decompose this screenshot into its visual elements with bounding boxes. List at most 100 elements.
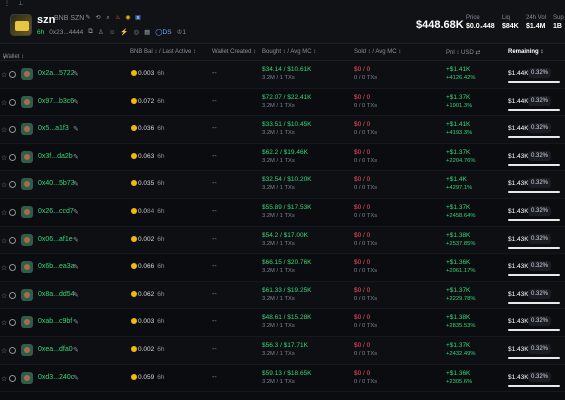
wallet-address[interactable]: 0x8a...dd54 (38, 291, 75, 298)
ring-icon[interactable] (9, 291, 16, 299)
stat-liq-label: Liq (502, 15, 511, 21)
star-icon[interactable]: ☆ (1, 99, 7, 107)
ds-link[interactable]: ◯DS (155, 28, 171, 36)
wallet-address[interactable]: 0x26...ccd7 (38, 208, 74, 215)
target-icon[interactable]: ◎ (133, 28, 139, 36)
ring-icon[interactable] (9, 126, 16, 134)
wallet-address[interactable]: 0x06...af1e (38, 236, 73, 243)
user-icon[interactable]: ♙ (98, 28, 104, 36)
ring-icon[interactable] (9, 98, 16, 106)
ring-icon[interactable] (9, 181, 16, 189)
table-row[interactable]: ☆ 0x3f...da2b ✎ 0.063 6h -- $62.2 / $19.46K 3.2… (0, 144, 565, 172)
table-row[interactable]: ☆ 0x8a...dd54 ✎ 0.062 6h -- $61.33 / $19.25K 3.… (0, 281, 565, 310)
column-wallet-created[interactable]: Wallet Created ↕ (212, 49, 256, 55)
stat-supply-label: Sup (553, 15, 564, 21)
sold-sub: 0 / 0 TXs (354, 295, 378, 302)
pencil-icon[interactable]: ✎ (73, 346, 79, 354)
wallet-address[interactable]: 0x2a...5722 (38, 70, 75, 77)
bnb-balance-value: 0.003 (138, 70, 155, 77)
wallet-address[interactable]: 0x40...5b73 (38, 180, 75, 187)
star-icon[interactable]: ☆ (1, 154, 7, 162)
star-icon[interactable]: ☆ (1, 264, 7, 272)
ring-icon[interactable] (9, 374, 16, 382)
column-bnb-bal[interactable]: BNB Bal ↕ / Last Active ↕ (130, 49, 196, 55)
pnl-cell: +$1.36K +2305.6% (446, 370, 472, 385)
ring-icon[interactable] (9, 264, 16, 272)
ring-icon[interactable] (9, 208, 16, 216)
table-row[interactable]: ☆ 0x5...a1f3 ✎ 0.036 6h -- $33.51 / $10.45K 3.2… (0, 116, 565, 144)
pencil-icon[interactable]: ✎ (73, 125, 79, 133)
ring-icon[interactable] (9, 71, 16, 78)
pencil-icon[interactable]: ✎ (73, 180, 79, 188)
header-icons: ✎ ⟲ ⌕ ♨ ◉ ▣ (84, 14, 142, 22)
star-icon[interactable]: ☆ (1, 237, 7, 245)
column-bought[interactable]: Bought ↕ / Avg MC ↕ (262, 49, 316, 55)
column-remaining[interactable]: Remaining ↕ (508, 49, 543, 55)
wallet-address[interactable]: 0x5...a1f3 (38, 125, 69, 132)
bolt-icon[interactable]: ⚡ (120, 28, 128, 36)
column-pnl[interactable]: Pnl ↕ USD ⇄ (446, 49, 480, 56)
pencil-icon[interactable]: ✎ (84, 14, 92, 22)
flame-icon[interactable]: ♨ (114, 14, 122, 22)
table-row[interactable]: ☆ 0x06...af1e ✎ 0.002 6h -- $54.2 / $17.00K 3.2… (0, 226, 565, 255)
sold-sub: 0 / 0 TXs (354, 378, 378, 385)
share-icon[interactable]: ⟲ (94, 14, 102, 22)
table-row[interactable]: ☆ 0x6b...ea3a ✎ 0.066 6h -- $66.15 / $20.76K 3.… (0, 254, 565, 282)
contract-address[interactable]: 0x23...4444 (49, 29, 83, 36)
pencil-icon[interactable]: ✎ (73, 318, 79, 326)
bought-value: $34.14 / $10.61K (262, 66, 312, 73)
table-row[interactable]: ☆ 0xd3...240c ✎ 0.059 6h -- $59.13 / $18.65K 3.… (0, 365, 565, 393)
copy-icon[interactable]: ⧉ (88, 28, 93, 36)
star-icon[interactable]: ☆ (1, 319, 7, 327)
column-sold[interactable]: Sold ↕ / Avg MC ↕ (354, 49, 401, 55)
table-row[interactable]: ☆ 0xea...dfa0 ✎ 0.002 6h -- $56.3 / $17.71K 3.2… (0, 336, 565, 365)
table-row[interactable]: ☆ 0xab...c9bf ✎ 0.003 6h -- $48.61 / $15.28K 3.… (0, 309, 565, 337)
grid-icon[interactable]: ▦ (144, 28, 150, 36)
star-icon[interactable]: ☆ (1, 181, 7, 189)
wallet-address[interactable]: 0xd3...240c (38, 374, 74, 381)
pnl-value: +$1.37K (446, 341, 471, 349)
bought-cell: $56.3 / $17.71K 3.2M / 1 TXs (262, 342, 308, 357)
wallet-address[interactable]: 0xab...c9bf (38, 318, 72, 325)
remaining-bar (508, 108, 560, 111)
bnb-balance-value: 0.063 (138, 152, 155, 160)
ring-icon[interactable] (9, 346, 16, 354)
table-row[interactable]: ☆ 0x97...b3c6 ✎ 0.072 6h -- $72.07 / $22.41K 3.… (0, 89, 565, 117)
pnl-cell: +$1.41K +4126.42% (446, 66, 476, 81)
pencil-icon[interactable]: ✎ (73, 153, 79, 161)
star-icon[interactable]: ☆ (1, 292, 7, 300)
pencil-icon[interactable]: ✎ (73, 236, 79, 244)
remaining-percent: 0.32% (528, 343, 552, 354)
menu-icon[interactable]: ⋮ (4, 0, 10, 8)
chef-icon[interactable]: ☺ (109, 29, 116, 36)
pencil-icon[interactable]: ✎ (73, 291, 79, 299)
star-icon[interactable]: ☆ (1, 126, 7, 134)
sold-sub: 0 / 0 TXs (354, 268, 378, 275)
wallet-address[interactable]: 0x97...b3c6 (38, 98, 74, 105)
table-row[interactable]: ☆ 0x2a...5722 ✎ 0.003 6h -- $34.14 / $10.61K 3.… (0, 61, 565, 89)
wallet-address[interactable]: 0xea...dfa0 (38, 346, 73, 353)
pencil-icon[interactable]: ✎ (73, 263, 79, 271)
ring-icon[interactable] (9, 153, 16, 161)
star-icon[interactable]: ☆ (1, 209, 7, 217)
ring-icon[interactable] (9, 319, 16, 327)
wallet-address[interactable]: 0x3f...da2b (38, 153, 73, 160)
table-row[interactable]: ☆ 0x40...5b73 ✎ 0.035 6h -- $32.54 / $10.20K 3.… (0, 171, 565, 199)
star-icon[interactable]: ☆ (1, 71, 7, 79)
pnl-value: +$1.37K (446, 286, 471, 294)
star-icon[interactable]: ☆ (1, 347, 7, 355)
globe-icon[interactable]: ◉ (124, 14, 132, 22)
wallet-address[interactable]: 0x6b...ea3a (38, 263, 75, 270)
ring-icon[interactable] (9, 236, 16, 244)
pin-icon[interactable]: ⊥ (18, 0, 23, 8)
table-row[interactable]: ☆ 0x26...ccd7 ✎ 0.084 6h -- $55.89 / $17.53K 3.… (0, 199, 565, 227)
telegram-icon[interactable]: ▣ (134, 14, 142, 22)
pencil-icon[interactable]: ✎ (73, 208, 79, 216)
pencil-icon[interactable]: ✎ (73, 70, 79, 78)
pencil-icon[interactable]: ✎ (73, 98, 79, 106)
bought-sub: 3.2M / 1 TXs (262, 130, 295, 137)
search-icon[interactable]: ⌕ (104, 14, 112, 22)
star-icon[interactable]: ☆ (1, 375, 7, 383)
wallet-created: -- (212, 97, 217, 105)
pencil-icon[interactable]: ✎ (73, 374, 79, 382)
